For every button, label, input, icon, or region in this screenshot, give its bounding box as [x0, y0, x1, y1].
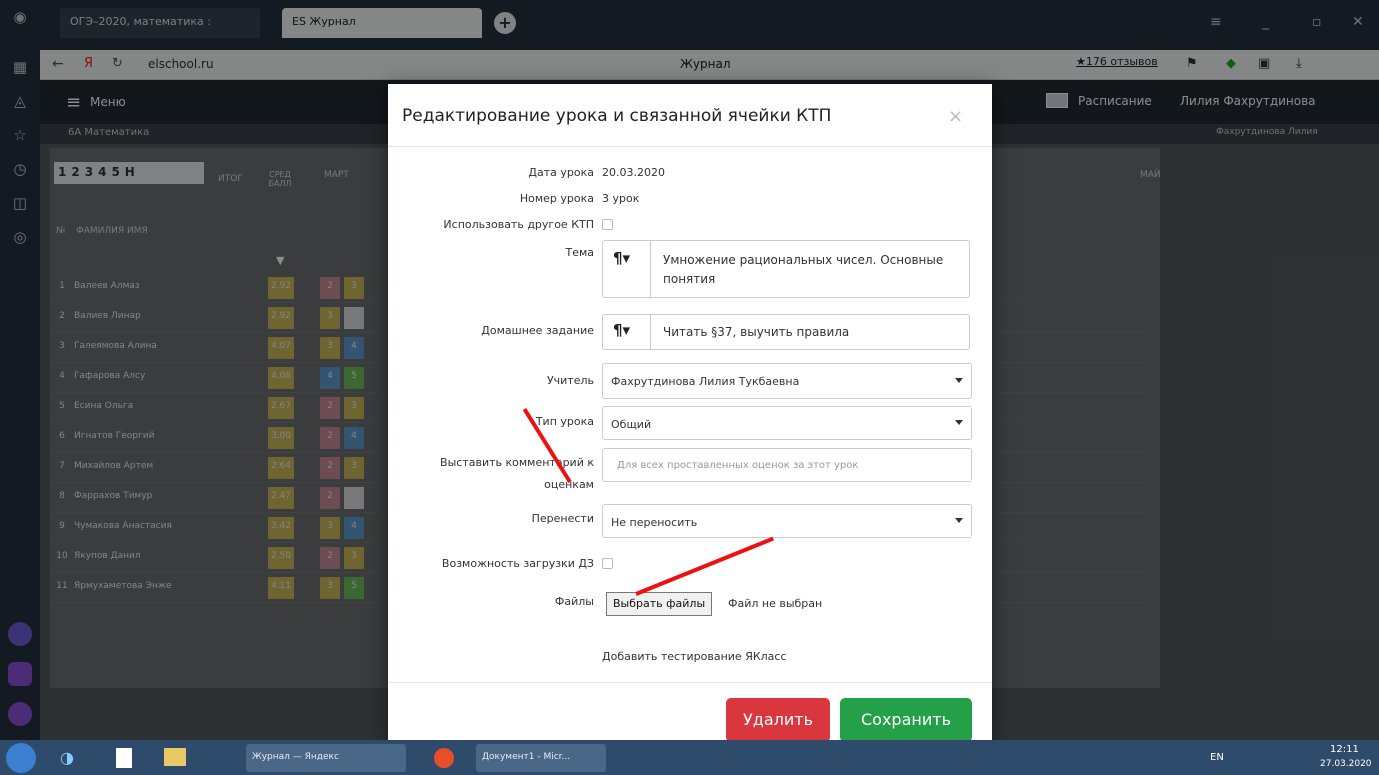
language-indicator[interactable]: EN	[1210, 752, 1224, 763]
other-ktp-label: Использовать другое КТП	[443, 218, 594, 231]
clock-time[interactable]: 12:11	[1330, 744, 1359, 755]
chevron-down-icon	[955, 378, 963, 383]
start-icon[interactable]	[6, 743, 36, 773]
teacher-value: Фахрутдинова Лилия Тукбаевна	[611, 375, 800, 388]
chevron-down-icon	[955, 518, 963, 523]
other-ktp-checkbox[interactable]	[602, 219, 613, 230]
close-icon[interactable]: ×	[948, 106, 963, 127]
chrome-icon[interactable]	[434, 748, 454, 768]
teacher-select[interactable]: Фахрутдинова Лилия Тукбаевна	[602, 363, 972, 399]
paragraph-icon[interactable]: ¶▾	[603, 315, 651, 349]
upload-hw-checkbox[interactable]	[602, 558, 613, 569]
divider	[388, 682, 992, 683]
delete-button[interactable]: Удалить	[726, 698, 830, 742]
lesson-num-label: Номер урока	[519, 192, 594, 205]
file-icon[interactable]	[116, 748, 132, 768]
homework-value[interactable]: Читать §37, выучить правила	[663, 325, 849, 339]
taskbar: ◑ Журнал — Яндекс Документ1 - Micr... EN…	[0, 740, 1379, 775]
upload-hw-label: Возможность загрузки ДЗ	[441, 557, 594, 570]
date-label: Дата урока	[528, 166, 594, 179]
modal-title: Редактирование урока и связанной ячейки …	[402, 106, 832, 126]
no-file-text: Файл не выбран	[728, 597, 823, 610]
topic-field[interactable]: ¶▾ Умножение рациональных чисел. Основны…	[602, 240, 970, 298]
comment-placeholder: Для всех проставленных оценок за этот ур…	[617, 460, 859, 471]
homework-field[interactable]: ¶▾ Читать §37, выучить правила	[602, 314, 970, 350]
date-value: 20.03.2020	[602, 166, 665, 179]
yaklass-link[interactable]: Добавить тестирование ЯКласс	[602, 650, 787, 663]
edit-lesson-modal: Редактирование урока и связанной ячейки …	[388, 84, 992, 742]
type-label: Тип урока	[535, 415, 594, 428]
taskbar-item-yandex[interactable]: Журнал — Яндекс	[246, 744, 406, 772]
files-label: Файлы	[554, 595, 594, 608]
taskbar-item-word[interactable]: Документ1 - Micr...	[476, 744, 606, 772]
topic-value[interactable]: Умножение рациональных чисел. Основные п…	[663, 251, 963, 289]
clock-date[interactable]: 27.03.2020	[1320, 759, 1372, 769]
type-select[interactable]: Общий	[602, 406, 972, 440]
topic-label: Тема	[565, 246, 594, 259]
save-button[interactable]: Сохранить	[840, 698, 972, 742]
type-value: Общий	[611, 418, 652, 431]
ie-icon[interactable]: ◑	[60, 748, 74, 767]
lesson-num-value: 3 урок	[602, 192, 640, 205]
move-value: Не переносить	[611, 516, 698, 529]
move-label: Перенести	[531, 512, 594, 525]
move-select[interactable]: Не переносить	[602, 504, 972, 538]
homework-label: Домашнее задание	[481, 324, 594, 337]
folder-icon[interactable]	[164, 748, 186, 766]
choose-files-button[interactable]: Выбрать файлы	[606, 592, 713, 616]
comment-input[interactable]: Для всех проставленных оценок за этот ур…	[602, 448, 972, 482]
divider	[388, 146, 992, 147]
chevron-down-icon	[955, 420, 963, 425]
paragraph-icon[interactable]: ¶▾	[603, 241, 651, 297]
teacher-label: Учитель	[546, 374, 594, 387]
